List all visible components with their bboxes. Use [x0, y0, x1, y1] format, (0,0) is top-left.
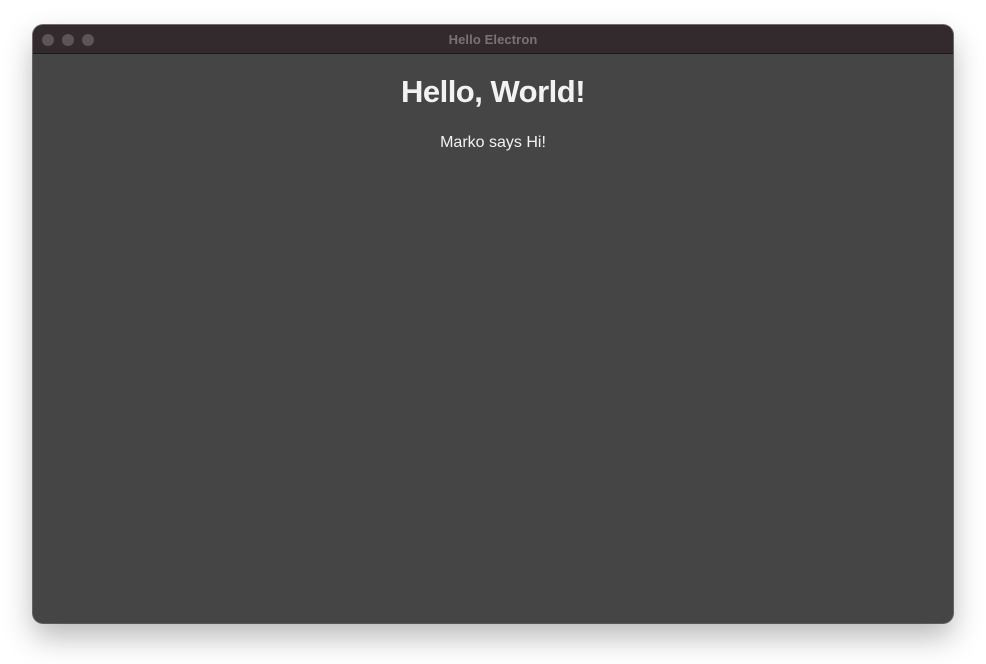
greeting-text: Marko says Hi! [440, 134, 546, 151]
main-content: Hello, World! Marko says Hi! [33, 54, 953, 623]
page-heading: Hello, World! [400, 74, 586, 109]
window-title: Hello Electron [448, 32, 538, 47]
title-bar[interactable]: Hello Electron [33, 25, 953, 54]
app-window: Hello Electron Hello, World! Marko says … [33, 25, 953, 623]
